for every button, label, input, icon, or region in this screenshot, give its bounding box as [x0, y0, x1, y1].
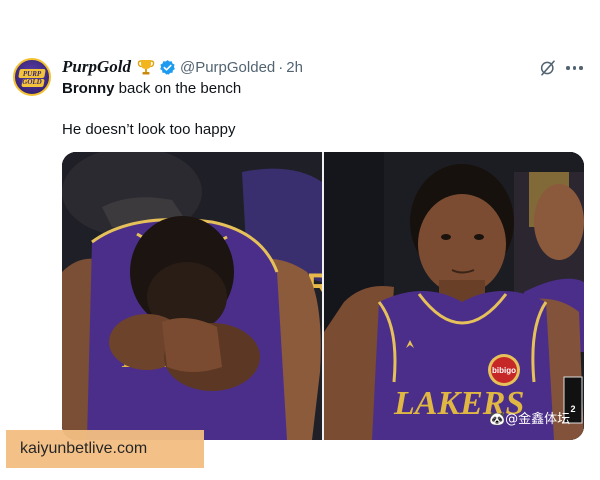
tweet-header: PurpGold @PurpGolded · 2h	[62, 57, 303, 77]
tweet-text-line-2: He doesn’t look too happy	[62, 121, 236, 138]
display-name[interactable]: PurpGold	[62, 57, 131, 77]
tweet-text-rest: back on the bench	[114, 80, 242, 97]
tweet-card: PURP GOLD PurpGold @PurpGolded · 2h Bron…	[0, 0, 600, 480]
tweet-text-line-1: Bronny back on the bench	[62, 80, 241, 97]
media-grid[interactable]: PR LAKERS	[62, 152, 584, 440]
grok-icon[interactable]	[539, 59, 557, 77]
avatar-logo-text: PURP GOLD	[22, 70, 42, 86]
site-watermark-badge: kaiyunbetlive.com	[6, 430, 204, 468]
timestamp[interactable]: 2h	[286, 59, 303, 76]
verified-badge-icon	[159, 59, 176, 76]
avatar[interactable]: PURP GOLD	[13, 58, 51, 96]
site-watermark-text: kaiyunbetlive.com	[20, 440, 148, 457]
tweet-text-bold: Bronny	[62, 80, 115, 97]
channel-watermark: 🐼@金鑫体坛	[489, 411, 570, 427]
handle[interactable]: @PurpGolded	[180, 59, 275, 76]
sponsor-patch-text: bibigo	[492, 366, 516, 375]
more-dot	[566, 66, 570, 70]
more-dot	[572, 66, 576, 70]
more-icon[interactable]	[566, 62, 586, 74]
trophy-icon	[137, 58, 155, 76]
scorebug-text: 2	[570, 404, 575, 414]
photo-player-looking-up[interactable]: bibigo LAKERS 2 🐼@金鑫体坛	[324, 152, 584, 440]
photo-player-head-down[interactable]: PR LAKERS	[62, 152, 322, 440]
separator-dot: ·	[278, 58, 284, 76]
more-dot	[579, 66, 583, 70]
